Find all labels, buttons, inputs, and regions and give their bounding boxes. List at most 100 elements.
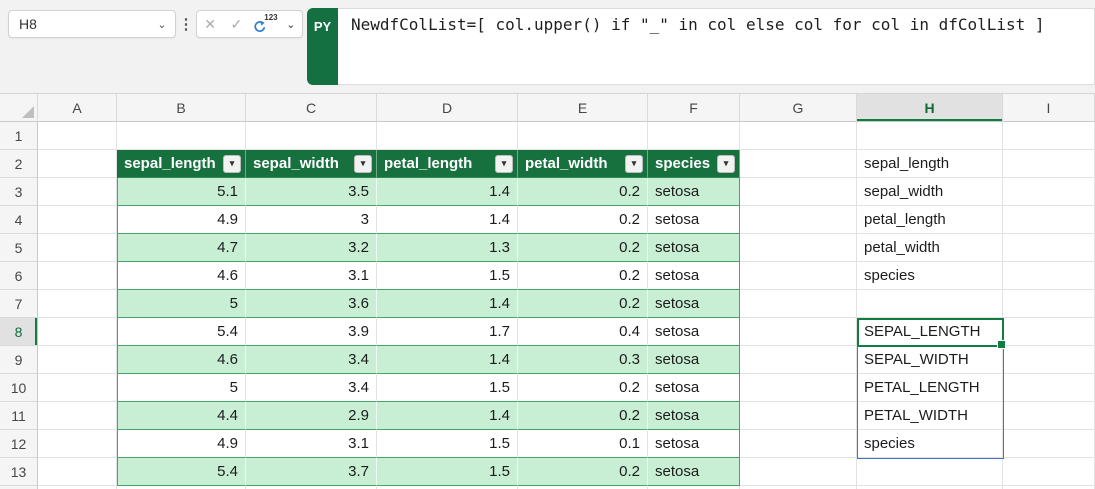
cell-G13[interactable] [740,458,857,486]
cell-C4[interactable]: 3 [246,206,377,234]
cell-C13[interactable]: 3.7 [246,458,377,486]
cell-G6[interactable] [740,262,857,290]
cell-D4[interactable]: 1.4 [377,206,518,234]
filter-button-species[interactable]: ▾ [717,154,735,173]
cell-F4[interactable]: setosa [648,206,740,234]
row-header-7[interactable]: 7 [0,290,38,318]
cell-F13[interactable]: setosa [648,458,740,486]
cell-D1[interactable] [377,122,518,150]
formula-input[interactable]: NewdfColList=[ col.upper() if "_" in col… [338,9,1094,34]
cell-D9[interactable]: 1.4 [377,346,518,374]
column-header-D[interactable]: D [377,94,518,122]
cell-C9[interactable]: 3.4 [246,346,377,374]
column-header-I[interactable]: I [1003,94,1095,122]
row-header-12[interactable]: 12 [0,430,38,458]
cell-H1[interactable] [857,122,1003,150]
cell-E9[interactable]: 0.3 [518,346,648,374]
cell-F8[interactable]: setosa [648,318,740,346]
formula-bar[interactable]: NewdfColList=[ col.upper() if "_" in col… [338,8,1095,85]
cell-A2[interactable] [38,150,117,178]
cell-E12[interactable]: 0.1 [518,430,648,458]
python-language-badge[interactable]: PY [307,8,338,85]
cell-G3[interactable] [740,178,857,206]
cell-A4[interactable] [38,206,117,234]
cell-B6[interactable]: 4.6 [117,262,246,290]
cell-B1[interactable] [117,122,246,150]
column-header-E[interactable]: E [518,94,648,122]
select-all-corner[interactable] [0,94,38,122]
cell-D13[interactable]: 1.5 [377,458,518,486]
filter-button-petal_width[interactable]: ▾ [625,154,643,173]
cell-H7[interactable] [857,290,1003,318]
cancel-icon[interactable]: ✕ [199,11,221,37]
cell-A10[interactable] [38,374,117,402]
cell-A9[interactable] [38,346,117,374]
cell-G11[interactable] [740,402,857,430]
cell-A11[interactable] [38,402,117,430]
cell-A8[interactable] [38,318,117,346]
cell-A3[interactable] [38,178,117,206]
cell-H9[interactable]: SEPAL_WIDTH [857,346,1003,374]
cell-B4[interactable]: 4.9 [117,206,246,234]
cell-F5[interactable]: setosa [648,234,740,262]
cell-H3[interactable]: sepal_width [857,178,1003,206]
cell-D2-table-header[interactable]: petal_length ▾ [377,150,518,178]
cell-H10[interactable]: PETAL_LENGTH [857,374,1003,402]
column-header-A[interactable]: A [38,94,117,122]
cell-B3[interactable]: 5.1 [117,178,246,206]
cell-E5[interactable]: 0.2 [518,234,648,262]
column-header-C[interactable]: C [246,94,377,122]
cell-B5[interactable]: 4.7 [117,234,246,262]
cell-F2-table-header[interactable]: species ▾ [648,150,740,178]
cell-C1[interactable] [246,122,377,150]
cell-I5[interactable] [1003,234,1095,262]
filter-button-sepal_length[interactable]: ▾ [223,154,241,173]
cell-E7[interactable]: 0.2 [518,290,648,318]
cell-I13[interactable] [1003,458,1095,486]
cell-B2-table-header[interactable]: sepal_length ▾ [117,150,246,178]
cell-C3[interactable]: 3.5 [246,178,377,206]
cell-B7[interactable]: 5 [117,290,246,318]
filter-button-petal_length[interactable]: ▾ [495,154,513,173]
cell-I12[interactable] [1003,430,1095,458]
row-header-8[interactable]: 8 [0,318,38,346]
cell-G5[interactable] [740,234,857,262]
column-header-G[interactable]: G [740,94,857,122]
cell-I10[interactable] [1003,374,1095,402]
cell-H11[interactable]: PETAL_WIDTH [857,402,1003,430]
cell-D3[interactable]: 1.4 [377,178,518,206]
cell-E8[interactable]: 0.4 [518,318,648,346]
cell-I2[interactable] [1003,150,1095,178]
cell-C7[interactable]: 3.6 [246,290,377,318]
cell-D10[interactable]: 1.5 [377,374,518,402]
more-options-icon[interactable]: ⋮ [178,10,194,38]
row-header-13[interactable]: 13 [0,458,38,486]
cell-H6[interactable]: species [857,262,1003,290]
cell-I6[interactable] [1003,262,1095,290]
cell-I4[interactable] [1003,206,1095,234]
cell-G8[interactable] [740,318,857,346]
cell-E10[interactable]: 0.2 [518,374,648,402]
cell-E1[interactable] [518,122,648,150]
cell-I7[interactable] [1003,290,1095,318]
cell-H8[interactable]: SEPAL_LENGTH [857,318,1003,346]
fill-handle[interactable] [997,340,1006,349]
cell-I9[interactable] [1003,346,1095,374]
row-header-5[interactable]: 5 [0,234,38,262]
python-output-as-values-icon[interactable]: 123 [252,11,278,37]
cell-I8[interactable] [1003,318,1095,346]
row-header-11[interactable]: 11 [0,402,38,430]
cell-A1[interactable] [38,122,117,150]
row-header-1[interactable]: 1 [0,122,38,150]
row-header-10[interactable]: 10 [0,374,38,402]
cell-G2[interactable] [740,150,857,178]
cell-I3[interactable] [1003,178,1095,206]
cell-G10[interactable] [740,374,857,402]
cell-H5[interactable]: petal_width [857,234,1003,262]
cell-F11[interactable]: setosa [648,402,740,430]
cell-B12[interactable]: 4.9 [117,430,246,458]
cell-F3[interactable]: setosa [648,178,740,206]
cell-B11[interactable]: 4.4 [117,402,246,430]
filter-button-sepal_width[interactable]: ▾ [354,154,372,173]
column-header-H[interactable]: H [857,94,1003,122]
